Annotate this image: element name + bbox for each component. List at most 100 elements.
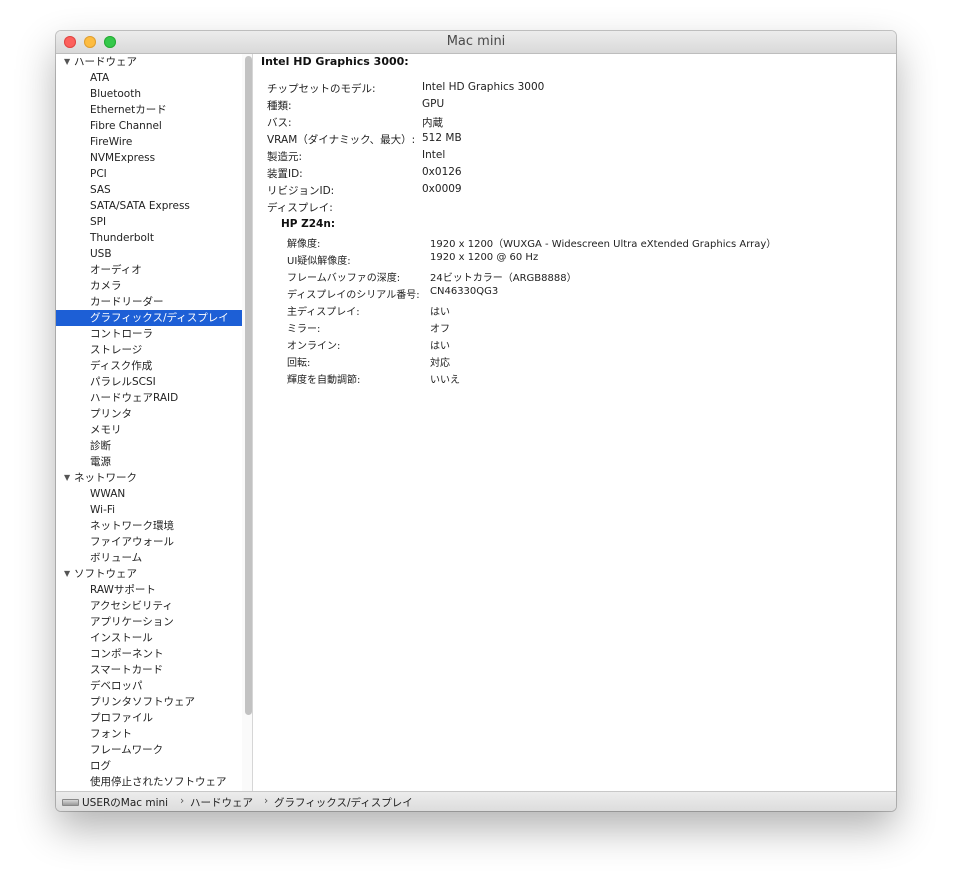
display-property-label: オンライン:	[287, 341, 341, 352]
sidebar-item-label: スマートカード	[90, 664, 164, 676]
display-property-label: ミラー:	[287, 324, 321, 335]
sidebar-item[interactable]: 電源	[56, 454, 242, 470]
display-property-value: 1920 x 1200（WUXGA - Widescreen Ultra eXt…	[430, 239, 777, 250]
display-property-value: CN46330QG3	[430, 286, 499, 297]
property-label: リビジョンID:	[267, 185, 335, 197]
sidebar-item[interactable]: グラフィックス/ディスプレイ	[56, 310, 242, 326]
path-crumb-hardware[interactable]: ハードウェア	[190, 795, 253, 810]
sidebar-item[interactable]: FireWire	[56, 134, 242, 150]
display-property-label: 主ディスプレイ:	[287, 307, 360, 318]
sidebar-item[interactable]: コンポーネント	[56, 646, 242, 662]
sidebar-item-label: ストレージ	[90, 344, 143, 356]
sidebar-item[interactable]: ハードウェアRAID	[56, 390, 242, 406]
sidebar-item[interactable]: ストレージ	[56, 342, 242, 358]
sidebar-item-label: フレームワーク	[90, 744, 164, 756]
sidebar-item[interactable]: プリンタソフトウェア	[56, 694, 242, 710]
sidebar-item[interactable]: カードリーダー	[56, 294, 242, 310]
sidebar-item-label: 電源	[90, 456, 111, 468]
sidebar-tree[interactable]: ▼ ハードウェア ATA Bluetooth Ethernetカード Fibre Chan…	[56, 54, 253, 791]
sidebar-item-label: ボリューム	[90, 552, 143, 564]
display-property-label: ディスプレイのシリアル番号:	[287, 290, 420, 301]
sidebar-group[interactable]: ▼ ソフトウェア	[56, 566, 242, 582]
sidebar-item[interactable]: Ethernetカード	[56, 102, 242, 118]
sidebar-item-label: パラレルSCSI	[90, 376, 156, 388]
sidebar-item[interactable]: アプリケーション	[56, 614, 242, 630]
mac-mini-icon	[62, 799, 79, 806]
sidebar-item[interactable]: メモリ	[56, 422, 242, 438]
sidebar-item[interactable]: ログ	[56, 758, 242, 774]
sidebar-item[interactable]: プロファイル	[56, 710, 242, 726]
property-label: ディスプレイ:	[267, 202, 333, 214]
chevron-right-icon: ›	[264, 795, 269, 807]
sidebar-item[interactable]: USB	[56, 246, 242, 262]
display-property-label: フレームバッファの深度:	[287, 273, 401, 284]
sidebar-item[interactable]: コントローラ	[56, 326, 242, 342]
sidebar-item-label: SATA/SATA Express	[90, 200, 190, 212]
path-bar: USERのMac mini › ハードウェア › グラフィックス/ディスプレイ	[56, 791, 896, 811]
sidebar-item[interactable]: Fibre Channel	[56, 118, 242, 134]
sidebar-item[interactable]: スマートカード	[56, 662, 242, 678]
display-property-value: 対応	[430, 358, 450, 369]
sidebar-item[interactable]: SPI	[56, 214, 242, 230]
sidebar-item[interactable]: 診断	[56, 438, 242, 454]
sidebar-item[interactable]: NVMExpress	[56, 150, 242, 166]
path-crumb-graphics[interactable]: グラフィックス/ディスプレイ	[274, 795, 413, 810]
property-label: バス:	[267, 117, 292, 129]
sidebar-item[interactable]: SAS	[56, 182, 242, 198]
sidebar-item[interactable]: カメラ	[56, 278, 242, 294]
sidebar-item-label: 診断	[90, 440, 111, 452]
display-property-label: 解像度:	[287, 239, 321, 250]
property-value: 512 MB	[422, 132, 462, 144]
chevron-right-icon: ›	[180, 795, 185, 807]
sidebar-item[interactable]: パラレルSCSI	[56, 374, 242, 390]
sidebar-group[interactable]: ▼ ハードウェア	[56, 54, 242, 70]
sidebar-item[interactable]: オーディオ	[56, 262, 242, 278]
sidebar-item-label: ネットワーク	[74, 472, 137, 484]
system-info-window: Mac mini ▼ ハードウェア ATA Bluetooth Ethernetカード F…	[56, 31, 896, 811]
sidebar-item-label: Fibre Channel	[90, 120, 162, 132]
sidebar-item-label: グラフィックス/ディスプレイ	[90, 312, 229, 324]
sidebar-item[interactable]: Wi-Fi	[56, 502, 242, 518]
sidebar-item[interactable]: 使用停止されたソフトウェア	[56, 774, 242, 790]
property-value: Intel HD Graphics 3000	[422, 81, 545, 93]
sidebar-item-label: Bluetooth	[90, 88, 141, 100]
sidebar-item[interactable]: フレームワーク	[56, 742, 242, 758]
property-label: 装置ID:	[267, 168, 303, 180]
sidebar-item[interactable]: ネットワーク環境	[56, 518, 242, 534]
property-value: GPU	[422, 98, 445, 110]
sidebar-item[interactable]: ファイアウォール	[56, 534, 242, 550]
sidebar-item[interactable]: Bluetooth	[56, 86, 242, 102]
sidebar-item[interactable]: ディスク作成	[56, 358, 242, 374]
sidebar-item[interactable]: WWAN	[56, 486, 242, 502]
sidebar-item-label: USB	[90, 248, 112, 260]
sidebar-scrollbar[interactable]	[245, 56, 252, 715]
sidebar-item[interactable]: インストール	[56, 630, 242, 646]
sidebar-item-label: アクセシビリティ	[90, 600, 173, 612]
sidebar-item[interactable]: アクセシビリティ	[56, 598, 242, 614]
title-bar[interactable]: Mac mini	[56, 31, 896, 54]
disclosure-triangle-icon[interactable]: ▼	[64, 54, 70, 70]
sidebar-item-label: フォント	[90, 728, 132, 740]
disclosure-triangle-icon[interactable]: ▼	[64, 566, 70, 582]
sidebar-item[interactable]: ATA	[56, 70, 242, 86]
sidebar-item[interactable]: RAWサポート	[56, 582, 242, 598]
sidebar-item-label: FireWire	[90, 136, 133, 148]
sidebar-item-label: コントローラ	[90, 328, 153, 340]
sidebar-item[interactable]: ボリューム	[56, 550, 242, 566]
display-property-label: 輝度を自動調節:	[287, 375, 361, 386]
sidebar-item[interactable]: Thunderbolt	[56, 230, 242, 246]
sidebar-item-label: ハードウェアRAID	[90, 392, 179, 404]
property-label: 製造元:	[267, 151, 303, 163]
disclosure-triangle-icon[interactable]: ▼	[64, 470, 70, 486]
sidebar-item-label: メモリ	[90, 424, 122, 436]
path-crumb-computer[interactable]: USERのMac mini	[82, 795, 168, 810]
sidebar-group[interactable]: ▼ ネットワーク	[56, 470, 242, 486]
display-property-value: いいえ	[430, 375, 460, 386]
display-property-value: 1920 x 1200 @ 60 Hz	[430, 252, 539, 263]
sidebar-item[interactable]: デベロッパ	[56, 678, 242, 694]
sidebar-item[interactable]: SATA/SATA Express	[56, 198, 242, 214]
sidebar-item[interactable]: プリンタ	[56, 406, 242, 422]
sidebar-item-label: ATA	[90, 72, 110, 84]
sidebar-item[interactable]: フォント	[56, 726, 242, 742]
sidebar-item[interactable]: PCI	[56, 166, 242, 182]
